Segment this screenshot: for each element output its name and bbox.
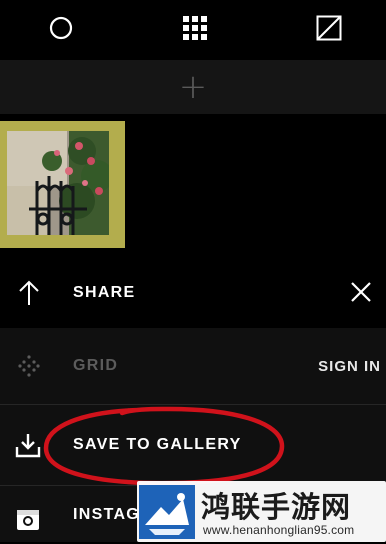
close-icon[interactable] <box>349 280 375 306</box>
share-row: SHARE <box>0 258 386 328</box>
camera-icon <box>15 506 41 532</box>
watermark-logo-icon <box>139 485 195 539</box>
watermark-banner: 鸿联手游网 www.henanhonglian95.com <box>137 481 386 542</box>
grid-icon[interactable] <box>180 13 210 43</box>
red-circle-annotation <box>42 404 286 488</box>
watermark-url: www.henanhonglian95.com <box>203 523 355 537</box>
grid-dots-icon <box>16 353 42 379</box>
plus-icon: + <box>178 67 208 107</box>
sign-in-button[interactable]: SIGN IN <box>318 358 381 375</box>
download-icon <box>15 432 41 458</box>
grid-row[interactable]: GRID SIGN IN <box>0 328 386 405</box>
photo-thumbnail[interactable] <box>0 121 125 248</box>
instagram-label: INSTAG <box>73 506 141 523</box>
photo-image <box>7 131 109 235</box>
circle-icon[interactable] <box>46 13 76 43</box>
edit-square-icon[interactable] <box>314 13 344 43</box>
watermark-title: 鸿联手游网 <box>201 490 352 524</box>
arrow-up-icon <box>16 280 42 306</box>
add-image-bar[interactable]: + <box>0 60 386 114</box>
top-toolbar <box>0 0 386 58</box>
share-label: SHARE <box>73 284 136 301</box>
grid-label: GRID <box>73 357 119 374</box>
